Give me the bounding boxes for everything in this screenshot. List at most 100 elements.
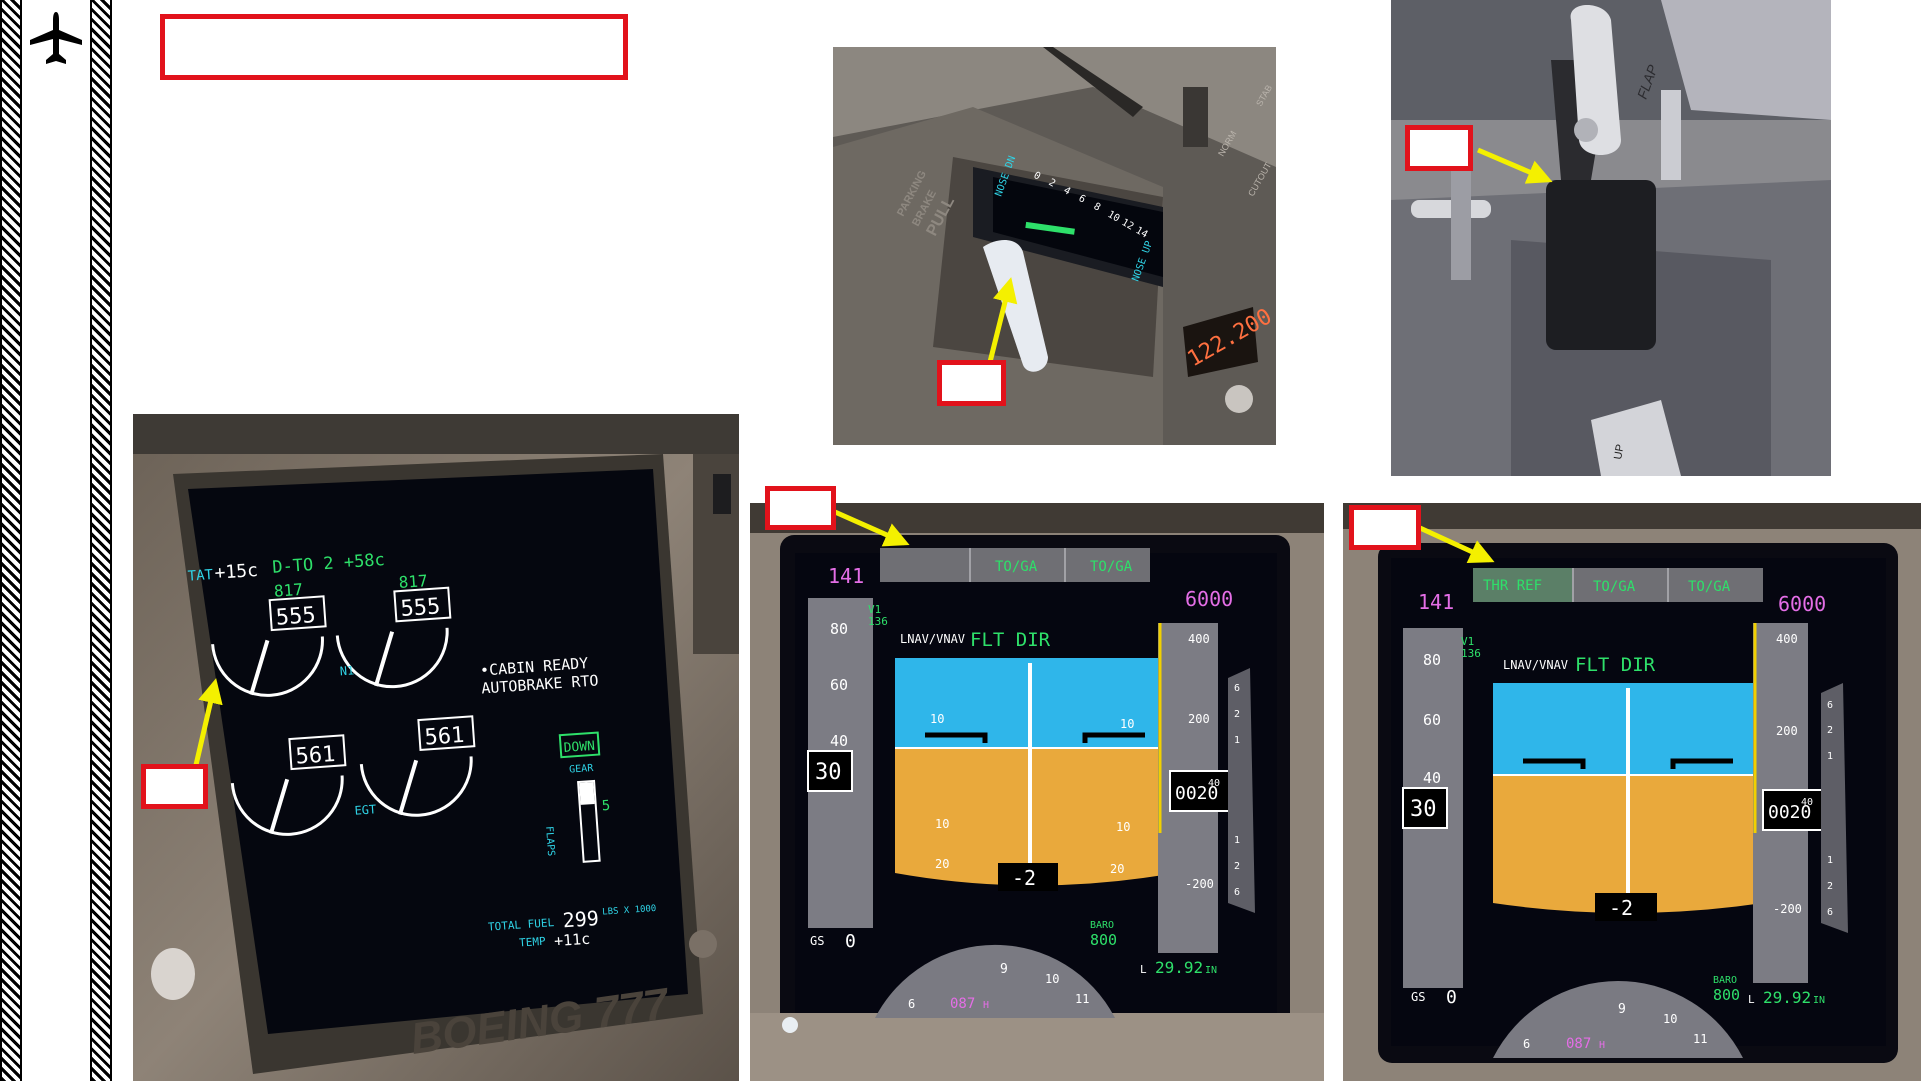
n1-left-ref: 817	[273, 580, 303, 601]
compass-mark-11: 11	[1693, 1032, 1707, 1046]
compass-mark-6: 6	[908, 997, 915, 1011]
selected-altitude: 6000	[1185, 587, 1233, 611]
alt-tick-400: 400	[1188, 632, 1210, 646]
selected-speed: 141	[1418, 590, 1454, 614]
altimeter-setting: 29.92	[1155, 958, 1203, 977]
pitch-label-1: 10	[930, 712, 944, 726]
speed-tick-80: 80	[1423, 651, 1441, 669]
speed-current: 30	[1410, 797, 1437, 822]
alt-tick-200: 200	[1188, 712, 1210, 726]
altitude-hundreds: 40	[1801, 797, 1813, 808]
vertical-speed-readout: -2	[1012, 866, 1036, 890]
lnav-vnav: LNAV/VNAV	[1503, 658, 1568, 672]
fma-right-3: TO/GA	[1688, 579, 1731, 595]
baro-value: 800	[1090, 931, 1117, 949]
vsi-tick-2-up: 2	[1827, 725, 1833, 736]
egt-left-value: 561	[295, 742, 336, 770]
vsi-tick-1-up: 1	[1234, 735, 1240, 746]
altimeter-setting: 29.92	[1763, 988, 1811, 1007]
compass-mark-10: 10	[1663, 1012, 1677, 1026]
speed-tick-60: 60	[1423, 711, 1441, 729]
compass-mark-11: 11	[1075, 992, 1089, 1006]
altimeter-unit: IN	[1813, 995, 1825, 1006]
baro-value: 800	[1713, 986, 1740, 1004]
alt-tick-200: 200	[1776, 724, 1798, 738]
alt-tick-400: 400	[1776, 632, 1798, 646]
fma-right-1: THR REF	[1483, 578, 1542, 594]
speed-tick-40: 40	[1423, 769, 1441, 787]
title-callout-box	[160, 14, 628, 80]
compass-mark-9: 9	[1618, 1002, 1626, 1017]
flap-lever-body	[1546, 180, 1656, 350]
vsi-tick-1-dn: 1	[1234, 835, 1240, 846]
throttle-quadrant-photo: FLAP UP	[1391, 0, 1831, 476]
egt-right-value: 561	[424, 723, 465, 751]
pitch-label-5: 20	[935, 857, 949, 871]
vsi-tick-1-dn: 1	[1827, 855, 1833, 866]
gear-status: DOWN	[563, 739, 595, 756]
altimeter-prefix: L	[1748, 993, 1755, 1006]
temp-value: +11c	[554, 930, 591, 950]
pfd-left-photo: TO/GA TO/GA 141 6000 LNAV/VNAV FLT DIR 8…	[750, 503, 1324, 1081]
pfd-right-photo: THR REF TO/GA TO/GA 141 6000 LNAV/VNAV F…	[1343, 503, 1921, 1081]
vertical-speed-readout: -2	[1609, 896, 1633, 920]
callout-fma-left	[765, 486, 836, 530]
alt-tick-neg200: -200	[1185, 877, 1214, 891]
tat-value: +15c	[214, 560, 259, 584]
vsi-tick-6-dn: 6	[1234, 887, 1240, 898]
vsi-tick-6-up: 6	[1827, 700, 1833, 711]
right-hatch-rail	[90, 0, 112, 1081]
pitch-label-3: 10	[935, 817, 949, 831]
flt-dir: FLT DIR	[970, 629, 1051, 651]
selected-speed: 141	[828, 564, 864, 588]
alt-tick-neg200: -200	[1773, 902, 1802, 916]
flt-dir: FLT DIR	[1575, 654, 1656, 676]
vsi-tick-6-dn: 6	[1827, 907, 1833, 918]
compass-mark-10: 10	[1045, 972, 1059, 986]
gs-label: GS	[810, 934, 824, 948]
fma-right-2: TO/GA	[1593, 579, 1636, 595]
vsi-tick-2-up: 2	[1234, 709, 1240, 720]
speed-tick-40: 40	[830, 732, 848, 750]
compass-mark-6: 6	[1523, 1037, 1530, 1051]
vsi-tick-2-dn: 2	[1234, 861, 1240, 872]
v1-value: 136	[1461, 647, 1481, 660]
baro-label: BARO	[1713, 975, 1737, 986]
n1-label: N1	[339, 663, 354, 678]
baro-label: BARO	[1090, 920, 1114, 931]
vsi-tick-2-dn: 2	[1827, 881, 1833, 892]
gs-value: 0	[1446, 987, 1457, 1008]
n1-right-ref: 817	[398, 571, 428, 592]
speed-current: 30	[815, 760, 842, 785]
pitch-label-6: 20	[1110, 862, 1124, 876]
total-fuel-value: 299	[562, 906, 600, 932]
vsi-tick-1-up: 1	[1827, 751, 1833, 762]
heading-value: 087	[1566, 1036, 1591, 1052]
pitch-label-4: 10	[1116, 820, 1130, 834]
egt-label: EGT	[354, 802, 377, 817]
temp-label: TEMP	[519, 935, 547, 950]
eicas-screen	[188, 469, 688, 1034]
altitude-hundreds: 40	[1208, 778, 1220, 789]
fma-left-3: TO/GA	[1090, 559, 1133, 575]
vsi-tick-6-up: 6	[1234, 683, 1240, 694]
tat-label: TAT	[187, 567, 214, 585]
eicas-photo: BOEING 777 TAT +15c D-TO 2 +58c 555 817 …	[133, 414, 739, 1081]
pitch-label-2: 10	[1120, 717, 1134, 731]
gs-label: GS	[1411, 990, 1425, 1004]
callout-flap-lever	[1405, 125, 1473, 171]
airplane-icon	[30, 12, 82, 64]
gs-value: 0	[845, 931, 856, 952]
gear-label: GEAR	[569, 763, 595, 776]
callout-parking-brake	[937, 360, 1006, 406]
heading-suffix: H	[1599, 1040, 1605, 1051]
callout-fma-right	[1349, 505, 1421, 550]
flaps-label: FLAPS	[543, 826, 556, 857]
selected-altitude: 6000	[1778, 592, 1826, 616]
fma-left-2: TO/GA	[995, 559, 1038, 575]
speed-tick-60: 60	[830, 676, 848, 694]
lnav-vnav: LNAV/VNAV	[900, 632, 965, 646]
heading-suffix: H	[983, 1000, 989, 1011]
altimeter-unit: IN	[1205, 965, 1217, 976]
v1-value: 136	[868, 615, 888, 628]
